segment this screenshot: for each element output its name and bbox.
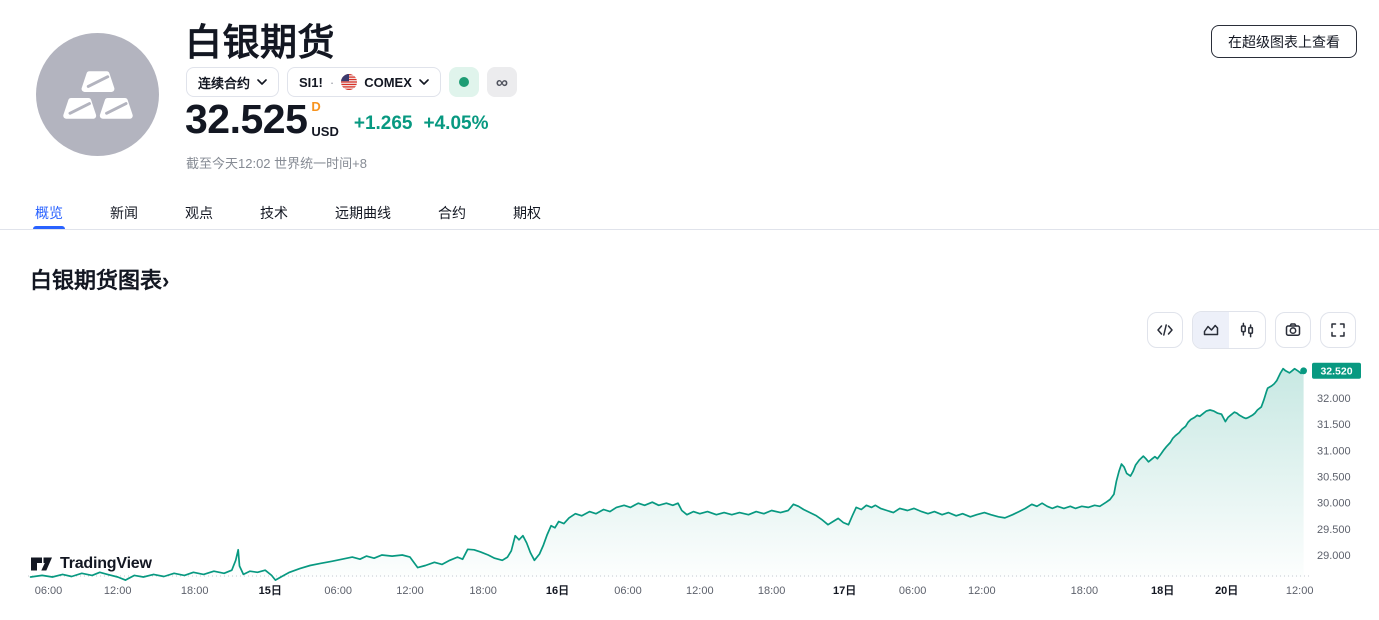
exchange-label: COMEX (364, 75, 412, 90)
symbol-selector-row: 连续合约 SI1! · (186, 67, 517, 97)
market-open-status[interactable] (449, 67, 479, 97)
date-tick-label: 18日 (1151, 584, 1174, 597)
chevron-down-icon (419, 79, 429, 85)
chart-style-toggle (1192, 311, 1266, 349)
time-tick-label: 06:00 (35, 585, 63, 597)
time-tick-label: 18:00 (181, 585, 209, 597)
price-tick-label: 30.500 (1317, 472, 1351, 484)
price-tick-label: 31.000 (1317, 445, 1351, 457)
tab-overview[interactable]: 概览 (35, 196, 63, 229)
data-mode-badge[interactable]: ∞ (487, 67, 517, 97)
symbol-exchange-dropdown[interactable]: SI1! · COMEX (287, 67, 441, 97)
time-tick-label: 06:00 (324, 585, 352, 597)
fullscreen-button[interactable] (1320, 312, 1356, 348)
change-absolute: +1.265 (354, 113, 413, 135)
last-price: 32.525 (185, 97, 307, 142)
symbol-logo (36, 33, 159, 156)
tab-news[interactable]: 新闻 (110, 196, 138, 229)
time-tick-label: 18:00 (758, 585, 786, 597)
contract-type-label: 连续合约 (198, 73, 250, 92)
time-tick-label: 12:00 (396, 585, 424, 597)
change-percent: +4.05% (424, 113, 489, 135)
time-tick-label: 12:00 (968, 585, 996, 597)
date-tick-label: 17日 (833, 584, 856, 597)
contract-type-dropdown[interactable]: 连续合约 (186, 67, 279, 97)
time-tick-label: 18:00 (469, 585, 497, 597)
symbol-page: 白银期货 连续合约 SI1! · (0, 0, 1379, 620)
price-meta: D USD (311, 100, 338, 142)
camera-icon (1284, 321, 1302, 339)
silver-bars-icon (59, 56, 137, 134)
us-flag-icon (341, 74, 357, 90)
market-open-dot-icon (459, 77, 469, 87)
price-area-fill (31, 369, 1304, 580)
price-tick-label: 29.000 (1317, 550, 1351, 562)
page-title: 白银期货 (185, 12, 335, 66)
price-axis[interactable]: 32.000 31.500 31.000 30.500 30.000 29.500 29.0… (1317, 393, 1351, 562)
chevron-down-icon (257, 79, 267, 85)
date-tick-label: 20日 (1215, 584, 1238, 597)
last-price-badge-text: 32.520 (1320, 366, 1352, 378)
embed-code-button[interactable] (1147, 312, 1183, 348)
time-tick-label: 18:00 (1071, 585, 1099, 597)
time-tick-label: 12:00 (686, 585, 714, 597)
chart-toolbar (1147, 311, 1356, 349)
tradingview-logo-icon (30, 555, 53, 573)
time-tick-label: 06:00 (614, 585, 642, 597)
tab-futures-curve[interactable]: 远期曲线 (335, 196, 391, 229)
last-price-badge: 32.520 (1312, 363, 1361, 379)
candles-icon (1238, 321, 1256, 339)
area-chart-style-button[interactable] (1193, 312, 1229, 348)
open-superchart-button[interactable]: 在超级图表上查看 (1211, 25, 1357, 58)
last-price-dot (1300, 367, 1307, 374)
candles-chart-style-button[interactable] (1229, 312, 1265, 348)
tab-ideas[interactable]: 观点 (185, 196, 213, 229)
chart-section-link[interactable]: 白银期货图表› (30, 263, 169, 295)
currency-label: USD (311, 125, 338, 138)
price-change: +1.265 +4.05% (354, 113, 489, 142)
section-tabbar: 概览 新闻 观点 技术 远期曲线 合约 期权 (0, 196, 1379, 230)
tradingview-wordmark: TradingView (60, 555, 152, 573)
tradingview-attribution[interactable]: TradingView (30, 555, 152, 573)
price-tick-label: 31.500 (1317, 419, 1351, 431)
separator: · (330, 75, 334, 90)
tab-contracts[interactable]: 合约 (438, 196, 466, 229)
as-of-timestamp: 截至今天12:02 世界统一时间+8 (186, 153, 367, 172)
price-tick-label: 29.500 (1317, 524, 1351, 536)
date-tick-label: 16日 (546, 584, 569, 597)
date-tick-label: 15日 (259, 584, 282, 597)
time-tick-label: 06:00 (899, 585, 927, 597)
tab-technicals[interactable]: 技术 (260, 196, 288, 229)
area-chart-icon (1202, 321, 1220, 339)
time-tick-label: 12:00 (104, 585, 132, 597)
tab-options[interactable]: 期权 (513, 196, 541, 229)
delayed-data-flag: D (311, 100, 338, 113)
symbol-code: SI1! (299, 75, 323, 90)
price-tick-label: 30.000 (1317, 498, 1351, 510)
price-block: 32.525 D USD +1.265 +4.05% (185, 97, 489, 142)
fullscreen-icon (1329, 321, 1347, 339)
time-tick-label: 12:00 (1286, 585, 1314, 597)
infinity-icon: ∞ (496, 74, 508, 91)
price-tick-label: 32.000 (1317, 393, 1351, 405)
price-chart[interactable]: 32.000 31.500 31.000 30.500 30.000 29.500 29.0… (0, 353, 1379, 608)
snapshot-button[interactable] (1275, 312, 1311, 348)
time-axis[interactable]: 06:00 12:00 18:00 15日 06:00 12:00 18:00 16日 06:0… (35, 584, 1314, 597)
code-icon (1156, 321, 1174, 339)
